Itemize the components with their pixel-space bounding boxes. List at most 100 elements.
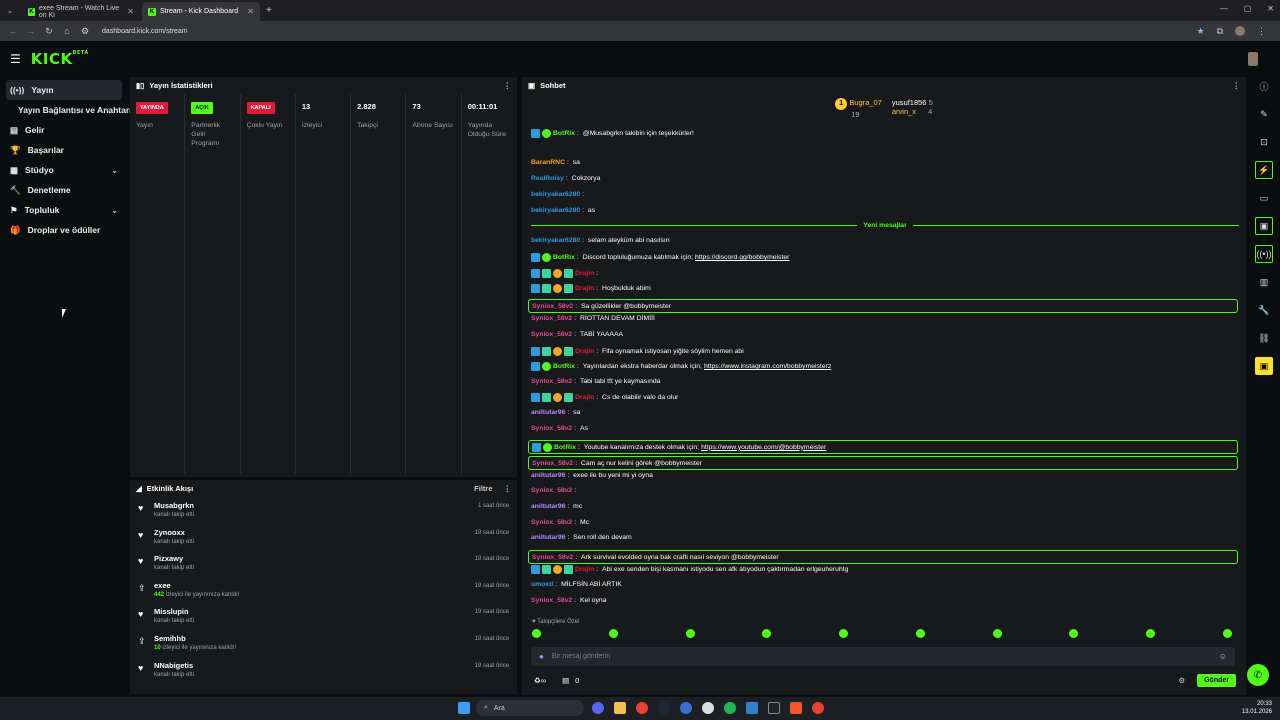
brave-icon[interactable] bbox=[790, 702, 802, 714]
chat-link[interactable]: https://www.instagram.com/bobbymeisterz bbox=[704, 363, 831, 370]
chat-settings-icon[interactable]: ♻∞ bbox=[534, 676, 546, 685]
activity-user[interactable]: Semihhb bbox=[154, 634, 236, 643]
top-gifter-2[interactable]: yusuf1856 5 arvin_x 4 bbox=[892, 98, 933, 116]
chat-username[interactable]: Syniox_58v2 bbox=[532, 554, 573, 561]
browser-menu-icon[interactable]: ⋮ bbox=[1257, 26, 1266, 37]
chat-username[interactable]: bekiryakar6280 bbox=[531, 237, 580, 244]
chat-username[interactable]: aniltutar96 bbox=[531, 534, 565, 541]
activity-user[interactable]: NNabigetis bbox=[154, 661, 194, 670]
notion-icon[interactable] bbox=[768, 702, 780, 714]
chat-input[interactable]: ● Bir mesaj gönderin ☺ bbox=[531, 647, 1235, 666]
hamburger-menu-icon[interactable]: ☰ bbox=[10, 52, 21, 66]
steam-icon[interactable] bbox=[658, 702, 670, 714]
edit-icon[interactable]: ✎ bbox=[1255, 105, 1273, 123]
close-tab-icon[interactable]: ✕ bbox=[127, 7, 134, 16]
sidebar-item-basarilar[interactable]: 🏆 Başarılar bbox=[6, 140, 122, 160]
scan-icon[interactable]: ⊡ bbox=[1255, 133, 1273, 151]
chat-username[interactable]: BotRix bbox=[553, 130, 575, 137]
chrome-icon[interactable] bbox=[636, 702, 648, 714]
chat-username[interactable]: Syniox_58v2 bbox=[531, 487, 572, 494]
emote-icon[interactable] bbox=[1069, 629, 1079, 638]
chrome-icon[interactable] bbox=[812, 702, 824, 714]
chat-username[interactable]: Syniox_58v2 bbox=[531, 378, 572, 385]
send-button[interactable]: Gönder bbox=[1197, 673, 1236, 687]
emote-icon[interactable] bbox=[839, 629, 849, 638]
chat-username[interactable]: Syniox_58v2 bbox=[531, 331, 572, 338]
chat-username[interactable]: BotRix bbox=[554, 444, 576, 451]
forward-icon[interactable]: → bbox=[26, 26, 36, 36]
bookmark-star-icon[interactable]: ★ bbox=[1196, 26, 1204, 37]
activity-user[interactable]: Musabgrkn bbox=[154, 501, 194, 510]
gear-icon[interactable]: ⚙ bbox=[1178, 676, 1185, 685]
chat-username[interactable]: Drajin bbox=[575, 566, 594, 573]
sidebar-item-droplar[interactable]: 🎁 Droplar ve ödüller bbox=[6, 220, 122, 240]
back-icon[interactable]: ← bbox=[8, 26, 18, 36]
filter-button[interactable]: Filtre bbox=[474, 484, 492, 493]
quick-action-icon[interactable]: ⚡ bbox=[1255, 161, 1273, 179]
activity-user[interactable]: Pizxawy bbox=[154, 554, 194, 563]
chat-username[interactable]: bekiryakar6280 bbox=[531, 207, 580, 214]
chat-username[interactable]: bekiryakar6280 bbox=[531, 191, 580, 198]
extensions-icon[interactable]: ⧉ bbox=[1217, 26, 1223, 37]
reload-icon[interactable]: ↻ bbox=[44, 26, 54, 37]
minimize-icon[interactable]: — bbox=[1220, 4, 1228, 13]
sidebar-item-gelir[interactable]: ▤ Gelir bbox=[6, 120, 122, 140]
more-menu-icon[interactable]: ⋮ bbox=[504, 484, 512, 493]
profile-avatar[interactable] bbox=[1235, 26, 1245, 36]
nodes-icon[interactable]: ⛓ bbox=[1255, 329, 1273, 347]
emote-icon[interactable] bbox=[762, 629, 772, 638]
close-window-icon[interactable]: ✕ bbox=[1267, 4, 1274, 13]
chat-link[interactable]: https://discord.gg/bobbymeister bbox=[695, 254, 789, 261]
close-tab-icon[interactable]: ✕ bbox=[247, 7, 254, 16]
vscode-icon[interactable] bbox=[746, 702, 758, 714]
layout-icon[interactable]: ▥ bbox=[1255, 273, 1273, 291]
browser-tab-1[interactable]: K Stream - Kick Dashboard ✕ bbox=[142, 2, 260, 21]
support-chat-button[interactable]: ✆ bbox=[1247, 664, 1269, 686]
chat-popout-icon[interactable]: ▣ bbox=[1255, 217, 1273, 235]
inventory-icon[interactable]: ▤ bbox=[562, 676, 569, 685]
sidebar-item-yayin[interactable]: ((•)) Yayın bbox=[6, 80, 122, 100]
emote-icon[interactable] bbox=[1146, 629, 1156, 638]
chat-username[interactable]: Drajin bbox=[575, 348, 594, 355]
site-info-icon[interactable]: ⚙ bbox=[80, 26, 90, 37]
more-menu-icon[interactable]: ⋮ bbox=[1233, 81, 1241, 90]
chat-username[interactable]: BotRix bbox=[553, 363, 575, 370]
broadcast-icon[interactable]: ((•)) bbox=[1255, 245, 1273, 263]
emote-icon[interactable] bbox=[915, 629, 925, 638]
browser-tab-0[interactable]: K exee Stream - Watch Live on Ki ✕ bbox=[22, 2, 140, 21]
sidebar-item-denetleme[interactable]: 🔨 Denetleme bbox=[6, 180, 122, 200]
chat-username[interactable]: Drajin bbox=[575, 394, 594, 401]
mic-icon[interactable]: ● bbox=[539, 652, 544, 661]
emote-icon[interactable] bbox=[685, 629, 695, 638]
emote-icon[interactable] bbox=[992, 629, 1002, 638]
chat-username[interactable]: Syniox_58v2 bbox=[532, 460, 573, 467]
chat-username[interactable]: Syniox_58v2 bbox=[531, 425, 572, 432]
tab-list-icon[interactable]: ⌄ bbox=[0, 6, 20, 15]
emote-icon[interactable] bbox=[532, 629, 541, 638]
chat-username[interactable]: Syniox_58v2 bbox=[531, 519, 572, 526]
sidebar-item-topluluk[interactable]: ⚑ Topluluk ⌄ bbox=[6, 200, 122, 220]
top-gifter-1[interactable]: 1 Bugra_07 19 bbox=[835, 98, 882, 119]
chat-username[interactable]: umoxd bbox=[531, 581, 553, 588]
chat-username[interactable]: Drajin bbox=[575, 270, 594, 277]
url-field[interactable]: dashboard.kick.com/stream bbox=[102, 28, 188, 35]
chat-link[interactable]: https://www.youtube.com/@bobbymeister bbox=[701, 444, 826, 451]
chat-username[interactable]: Syniox_58v2 bbox=[531, 315, 572, 322]
chat-username[interactable]: Drajin bbox=[575, 285, 594, 292]
sidebar-item-stream-key[interactable]: Yayın Bağlantısı ve Anahtarı bbox=[6, 100, 132, 120]
clip-icon[interactable]: ▣ bbox=[1255, 357, 1273, 375]
discord-icon[interactable] bbox=[592, 702, 604, 714]
info-icon[interactable]: ⓘ bbox=[1255, 77, 1273, 95]
spotify-icon[interactable] bbox=[724, 702, 736, 714]
user-avatar[interactable] bbox=[1248, 51, 1258, 66]
chat-username[interactable]: BotRix bbox=[553, 254, 575, 261]
emote-icon[interactable] bbox=[1222, 629, 1232, 638]
maximize-icon[interactable]: ▢ bbox=[1244, 4, 1252, 13]
chat-username[interactable]: BaranRNC bbox=[531, 159, 565, 166]
taskbar-clock[interactable]: 20:33 13.01.2026 bbox=[1242, 700, 1272, 716]
chat-username[interactable]: RealRoisy bbox=[531, 175, 564, 182]
more-menu-icon[interactable]: ⋮ bbox=[504, 81, 512, 90]
kick-logo[interactable]: KICKBETA bbox=[31, 50, 89, 68]
wrench-icon[interactable]: 🔧 bbox=[1255, 301, 1273, 319]
windows-start-icon[interactable] bbox=[458, 702, 470, 714]
